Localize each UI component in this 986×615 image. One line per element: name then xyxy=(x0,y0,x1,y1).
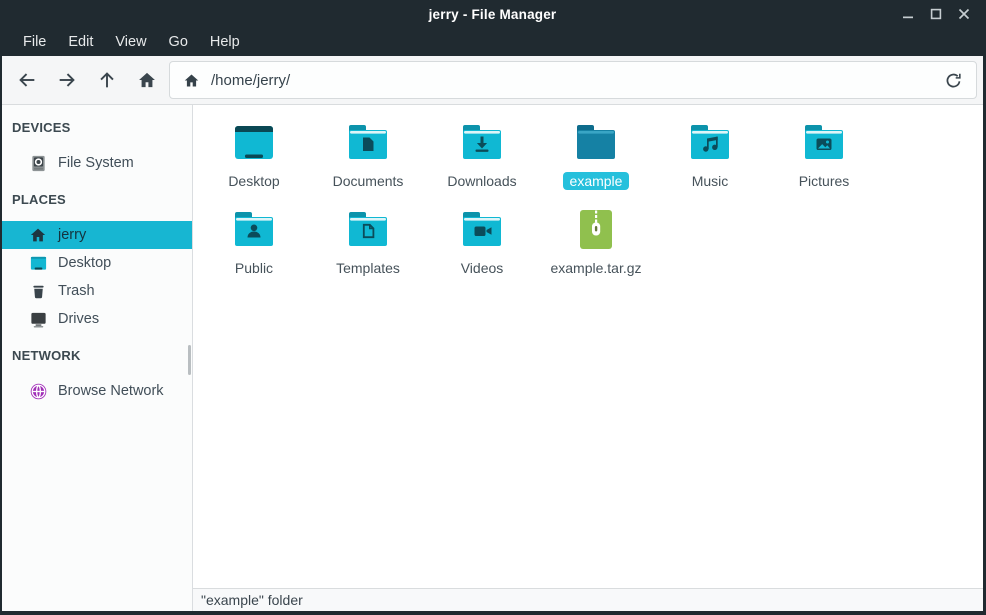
sidebar-item-trash[interactable]: Trash xyxy=(2,277,192,305)
desktop-display-icon xyxy=(230,118,278,166)
archive-targz-icon xyxy=(572,205,620,253)
file-label: Templates xyxy=(329,259,407,277)
sidebar-item-label: Desktop xyxy=(58,255,111,271)
folder-documents-icon xyxy=(344,118,392,166)
menu-file[interactable]: File xyxy=(12,31,57,53)
back-button[interactable] xyxy=(7,61,47,99)
folder-public-icon xyxy=(230,205,278,253)
sidebar-header-places: PLACES xyxy=(2,191,192,209)
file-item-documents[interactable]: Documents xyxy=(311,118,425,205)
up-icon xyxy=(96,69,118,91)
drive-harddisk-icon xyxy=(28,153,48,173)
sidebar-item-label: Trash xyxy=(58,283,95,299)
file-item-pictures[interactable]: Pictures xyxy=(767,118,881,205)
home-button[interactable] xyxy=(127,61,167,99)
sidebar-item-label: Browse Network xyxy=(58,383,164,399)
sidebar-item-browse-network[interactable]: Browse Network xyxy=(2,377,192,405)
main-panel: Desktop Documents Downloads xyxy=(193,105,983,611)
refresh-icon xyxy=(944,71,963,90)
window-title: jerry - File Manager xyxy=(429,7,557,22)
sidebar-item-label: jerry xyxy=(58,227,86,243)
file-item-public[interactable]: Public xyxy=(197,205,311,292)
sidebar-header-devices: DEVICES xyxy=(2,119,192,137)
sidebar: DEVICES File System PLACES jerry xyxy=(2,105,193,611)
sidebar-item-desktop[interactable]: Desktop xyxy=(2,249,192,277)
forward-button[interactable] xyxy=(47,61,87,99)
sidebar-item-drives[interactable]: Drives xyxy=(2,305,192,333)
sidebar-section-places: PLACES jerry Desktop xyxy=(2,177,192,333)
file-label: example xyxy=(563,172,630,190)
sidebar-item-label: File System xyxy=(58,155,134,171)
maximize-icon xyxy=(930,8,942,20)
folder-downloads-icon xyxy=(458,118,506,166)
close-button[interactable] xyxy=(955,5,973,23)
drives-icon xyxy=(28,309,48,329)
file-label: Pictures xyxy=(792,172,857,190)
network-globe-icon xyxy=(28,381,48,401)
refresh-button[interactable] xyxy=(938,65,968,95)
sidebar-scrollbar-thumb[interactable] xyxy=(188,345,191,375)
forward-icon xyxy=(56,69,78,91)
maximize-button[interactable] xyxy=(927,5,945,23)
file-item-videos[interactable]: Videos xyxy=(425,205,539,292)
file-label: Videos xyxy=(454,259,511,277)
file-item-downloads[interactable]: Downloads xyxy=(425,118,539,205)
menu-help[interactable]: Help xyxy=(199,31,251,53)
statusbar: "example" folder xyxy=(193,588,983,611)
location-bar[interactable]: /home/jerry/ xyxy=(169,61,977,99)
close-icon xyxy=(958,8,970,20)
file-label: Downloads xyxy=(440,172,523,190)
toolbar: /home/jerry/ xyxy=(2,56,983,105)
trash-icon xyxy=(28,281,48,301)
status-text: "example" folder xyxy=(201,592,303,608)
sidebar-item-file-system[interactable]: File System xyxy=(2,149,192,177)
desktop-icon xyxy=(28,253,48,273)
file-item-music[interactable]: Music xyxy=(653,118,767,205)
window-content: /home/jerry/ DEVICES File System xyxy=(2,56,983,611)
folder-selected-icon xyxy=(572,118,620,166)
file-item-example[interactable]: example xyxy=(539,118,653,205)
window-body: DEVICES File System PLACES jerry xyxy=(2,105,983,611)
menu-go[interactable]: Go xyxy=(158,31,199,53)
minimize-button[interactable] xyxy=(899,5,917,23)
sidebar-item-jerry[interactable]: jerry xyxy=(2,221,192,249)
sidebar-section-network: NETWORK Browse Network xyxy=(2,333,192,405)
folder-templates-icon xyxy=(344,205,392,253)
menubar: File Edit View Go Help xyxy=(2,28,983,56)
home-icon xyxy=(28,225,48,245)
sidebar-section-devices: DEVICES File System xyxy=(2,105,192,177)
file-label: Desktop xyxy=(221,172,286,190)
file-label: Public xyxy=(228,259,280,277)
path-home-icon xyxy=(183,72,200,89)
folder-pictures-icon xyxy=(800,118,848,166)
sidebar-header-network: NETWORK xyxy=(2,347,192,365)
file-grid: Desktop Documents Downloads xyxy=(193,105,983,588)
titlebar: jerry - File Manager xyxy=(2,0,983,28)
file-item-desktop[interactable]: Desktop xyxy=(197,118,311,205)
file-label: Music xyxy=(685,172,736,190)
up-button[interactable] xyxy=(87,61,127,99)
file-item-example-tar-gz[interactable]: example.tar.gz xyxy=(539,205,653,292)
back-icon xyxy=(16,69,38,91)
menu-view[interactable]: View xyxy=(104,31,157,53)
menu-edit[interactable]: Edit xyxy=(57,31,104,53)
file-manager-window: jerry - File Manager File Edit View Go H… xyxy=(0,0,986,615)
minimize-icon xyxy=(902,8,914,20)
file-item-templates[interactable]: Templates xyxy=(311,205,425,292)
home-icon xyxy=(137,70,157,90)
window-controls xyxy=(899,0,973,28)
sidebar-item-label: Drives xyxy=(58,311,99,327)
folder-music-icon xyxy=(686,118,734,166)
file-label: Documents xyxy=(326,172,411,190)
folder-videos-icon xyxy=(458,205,506,253)
path-text[interactable]: /home/jerry/ xyxy=(211,72,938,89)
file-label: example.tar.gz xyxy=(543,259,648,277)
